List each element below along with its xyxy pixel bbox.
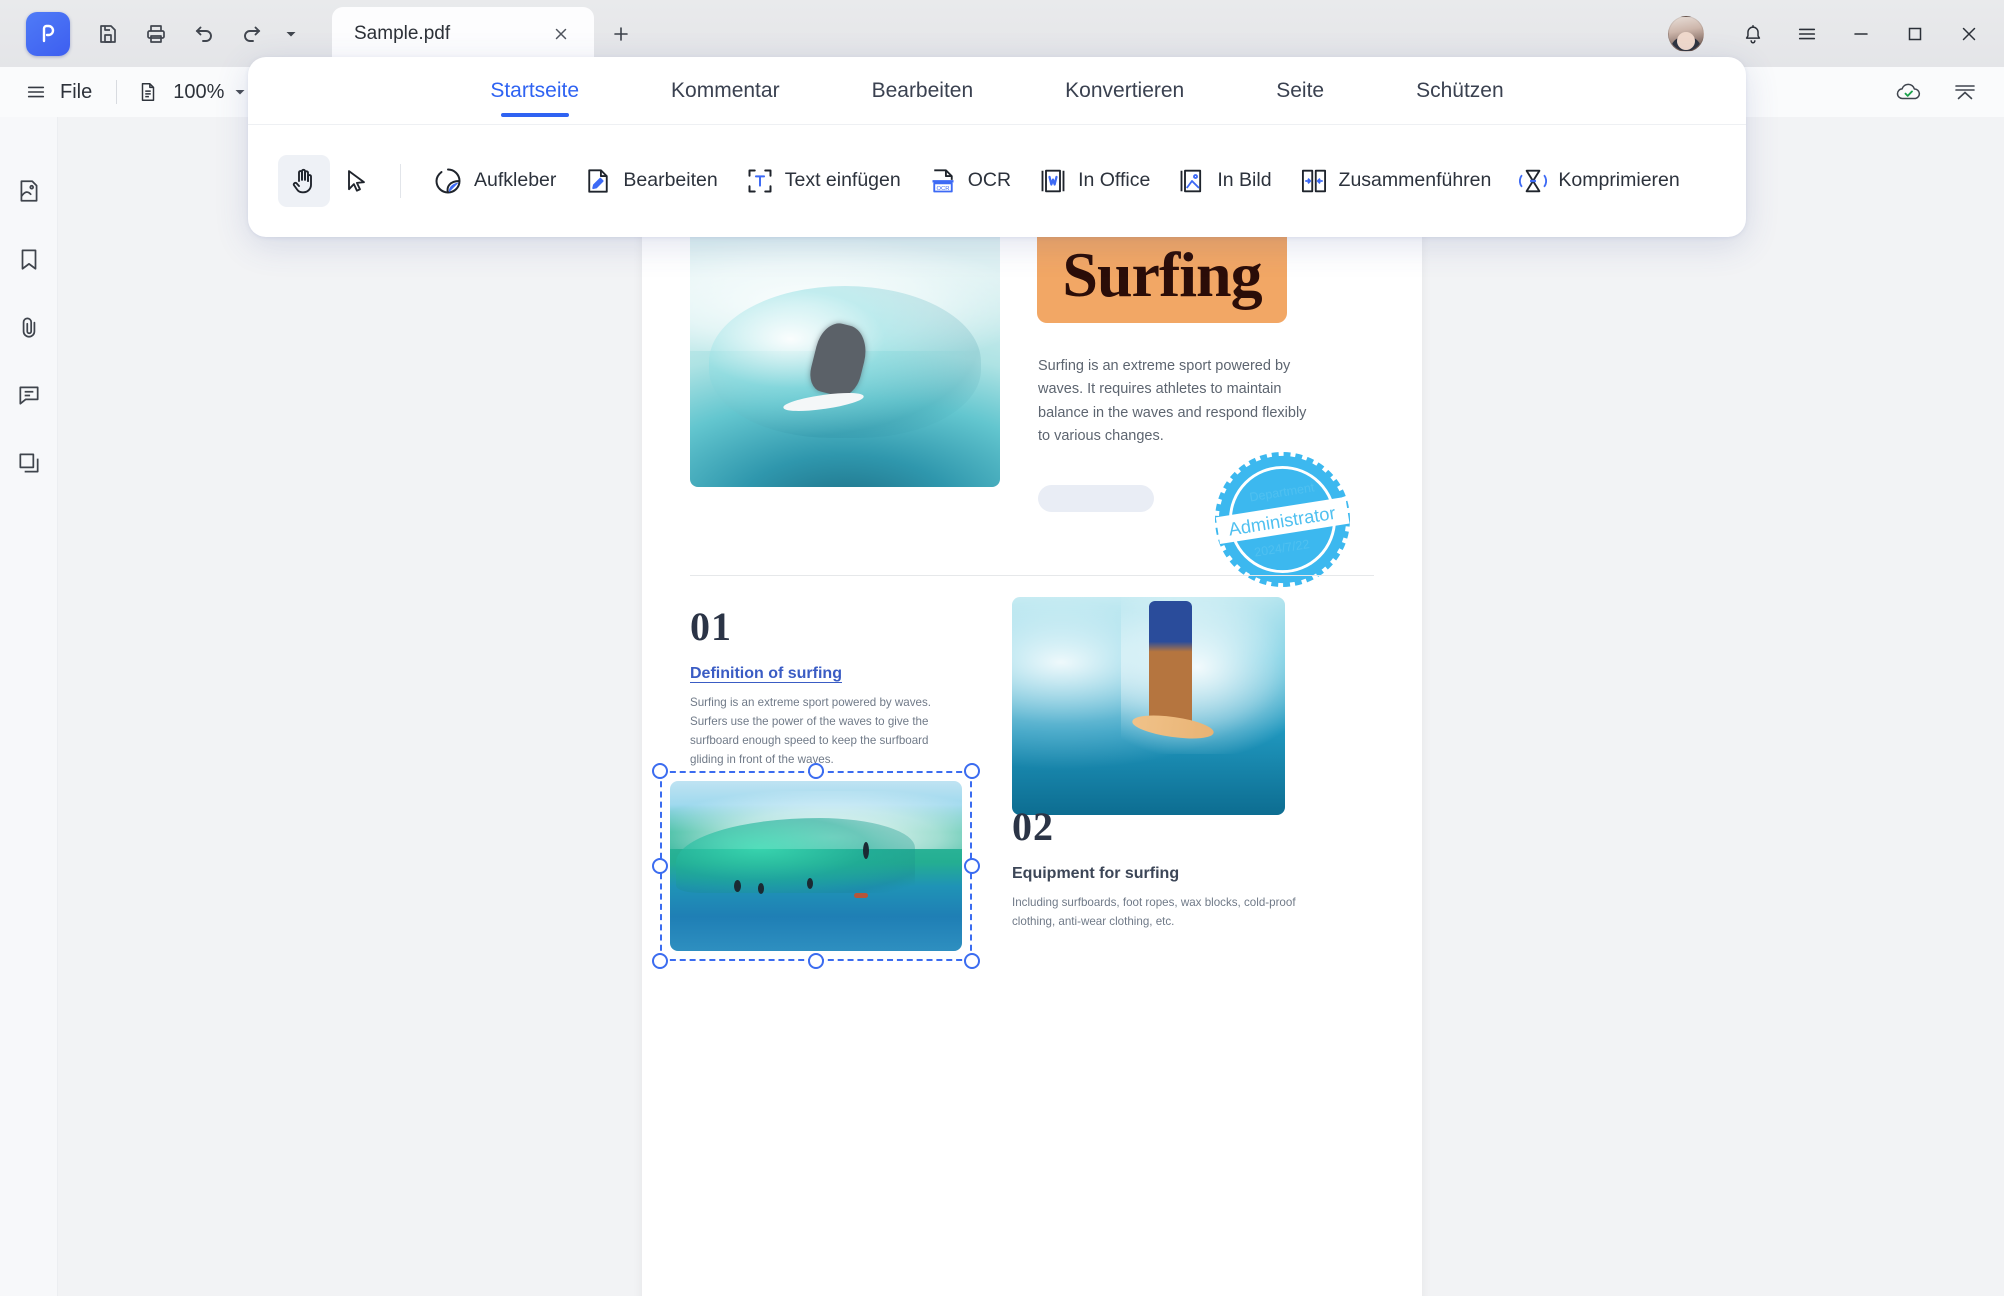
- selected-image-group[interactable]: [652, 763, 980, 969]
- sticker-icon: [433, 166, 463, 196]
- collapse-ribbon-icon[interactable]: [1952, 80, 1978, 104]
- resize-handle-top-left[interactable]: [652, 763, 668, 779]
- app-logo-icon[interactable]: [26, 11, 70, 56]
- edit-tool[interactable]: Bearbeiten: [570, 155, 731, 207]
- section-divider: [690, 575, 1374, 576]
- merge-label: Zusammenführen: [1338, 169, 1492, 191]
- undo-icon[interactable]: [182, 12, 226, 56]
- left-sidebar: [0, 117, 58, 1296]
- close-icon[interactable]: [1942, 0, 1996, 67]
- document-viewport[interactable]: Surfing Surfing is an extreme sport powe…: [58, 117, 2004, 1296]
- cloud-sync-icon[interactable]: [1894, 80, 1924, 104]
- main-menu-icon[interactable]: [1780, 0, 1834, 67]
- document-tab-title: Sample.pdf: [354, 22, 451, 44]
- attachment-icon[interactable]: [10, 308, 48, 346]
- edit-label: Bearbeiten: [623, 169, 718, 191]
- to-image-icon: [1178, 167, 1206, 195]
- compress-icon: [1519, 167, 1548, 195]
- hamburger-menu-icon[interactable]: [18, 74, 54, 110]
- insert-text-tool[interactable]: Text einfügen: [732, 155, 915, 207]
- placeholder-field[interactable]: [1038, 485, 1154, 512]
- tab-startseite[interactable]: Startseite: [444, 57, 625, 125]
- more-caret-icon[interactable]: [278, 12, 304, 56]
- svg-text:OCR: OCR: [936, 185, 949, 191]
- section-01-heading[interactable]: Definition of surfing: [690, 665, 958, 683]
- section-02-heading: Equipment for surfing: [1012, 865, 1180, 882]
- to-image-tool[interactable]: In Bild: [1164, 155, 1285, 207]
- tab-bearbeiten[interactable]: Bearbeiten: [826, 57, 1020, 125]
- merge-tool[interactable]: Zusammenführen: [1286, 155, 1506, 207]
- page-view-icon[interactable]: [131, 75, 165, 109]
- resize-handle-top-right[interactable]: [964, 763, 980, 779]
- thumbnails-icon[interactable]: [10, 172, 48, 210]
- compress-tool[interactable]: Komprimieren: [1505, 155, 1693, 207]
- pdf-page: Surfing Surfing is an extreme sport powe…: [642, 117, 1422, 1296]
- bookmark-icon[interactable]: [10, 240, 48, 278]
- section-01: 01 Definition of surfing Surfing is an e…: [690, 607, 958, 770]
- hand-tool-icon[interactable]: [278, 154, 330, 207]
- sticker-label: Aufkleber: [474, 169, 557, 191]
- resize-handle-top-center[interactable]: [808, 763, 824, 779]
- comment-icon[interactable]: [10, 376, 48, 414]
- select-cursor-icon[interactable]: [330, 155, 382, 207]
- to-image-label: In Bild: [1217, 169, 1272, 191]
- tab-schuetzen[interactable]: Schützen: [1370, 57, 1550, 125]
- to-office-icon: [1039, 167, 1067, 195]
- ocr-icon: OCR: [929, 167, 957, 195]
- tab-seite[interactable]: Seite: [1230, 57, 1370, 125]
- avatar[interactable]: [1668, 15, 1704, 52]
- new-tab-button[interactable]: [598, 7, 644, 60]
- surfer-legs-board-image[interactable]: [1012, 597, 1285, 815]
- save-icon[interactable]: [86, 12, 130, 56]
- section-02-body: Including surfboards, foot ropes, wax bl…: [1012, 896, 1296, 928]
- resize-handle-bottom-right[interactable]: [964, 953, 980, 969]
- close-tab-icon[interactable]: [546, 19, 576, 49]
- approval-stamp[interactable]: Department Administrator 2024/7/22: [1215, 452, 1350, 587]
- resize-handle-bottom-center[interactable]: [808, 953, 824, 969]
- ribbon-panel: Startseite Kommentar Bearbeiten Konverti…: [248, 57, 1746, 237]
- ocr-label: OCR: [967, 169, 1012, 191]
- section-02-number: 02: [1012, 804, 1054, 849]
- menu-bar-right-group: [1894, 67, 1978, 117]
- ocr-tool[interactable]: OCR OCR: [915, 155, 1025, 207]
- tab-konvertieren[interactable]: Konvertieren: [1019, 57, 1230, 125]
- minimize-icon[interactable]: [1834, 0, 1888, 67]
- edit-document-icon: [584, 167, 612, 195]
- insert-text-icon: [746, 167, 774, 195]
- resize-handle-middle-left[interactable]: [652, 858, 668, 874]
- selection-bounding-box: [660, 771, 972, 961]
- ribbon-tool-strip: Aufkleber Bearbeiten Text einfügen OCR O…: [248, 125, 1746, 236]
- to-office-tool[interactable]: In Office: [1025, 155, 1164, 207]
- section-02: 02 Equipment for surfing Including surfb…: [1012, 807, 1302, 932]
- document-tab[interactable]: Sample.pdf: [332, 7, 594, 60]
- resize-handle-bottom-left[interactable]: [652, 953, 668, 969]
- file-menu-button[interactable]: File: [54, 81, 102, 104]
- layers-icon[interactable]: [10, 444, 48, 482]
- zoom-chevron-down-icon[interactable]: [234, 86, 246, 98]
- document-title-badge[interactable]: Surfing: [1037, 227, 1287, 323]
- intro-paragraph: Surfing is an extreme sport powered by w…: [1038, 358, 1307, 445]
- tool-divider: [400, 163, 401, 198]
- menu-divider: [116, 80, 118, 104]
- compress-label: Komprimieren: [1558, 169, 1680, 191]
- section-01-number: 01: [690, 604, 732, 649]
- print-icon[interactable]: [134, 12, 178, 56]
- merge-icon: [1300, 167, 1328, 195]
- resize-handle-middle-right[interactable]: [964, 858, 980, 874]
- sticker-tool[interactable]: Aufkleber: [419, 155, 570, 207]
- to-office-label: In Office: [1078, 169, 1151, 191]
- pdf-editor-window: Sample.pdf File 100% Surfing Surfing is …: [0, 0, 2004, 1296]
- insert-text-label: Text einfügen: [784, 169, 901, 191]
- section-01-body: Surfing is an extreme sport powered by w…: [690, 696, 932, 766]
- hero-surfer-barrel-image[interactable]: [690, 215, 1000, 487]
- page-title: Surfing: [1062, 239, 1262, 310]
- tab-kommentar[interactable]: Kommentar: [625, 57, 826, 125]
- maximize-icon[interactable]: [1888, 0, 1942, 67]
- redo-icon[interactable]: [230, 12, 274, 56]
- ribbon-tab-strip: Startseite Kommentar Bearbeiten Konverti…: [248, 57, 1746, 125]
- zoom-level-value[interactable]: 100%: [173, 81, 224, 104]
